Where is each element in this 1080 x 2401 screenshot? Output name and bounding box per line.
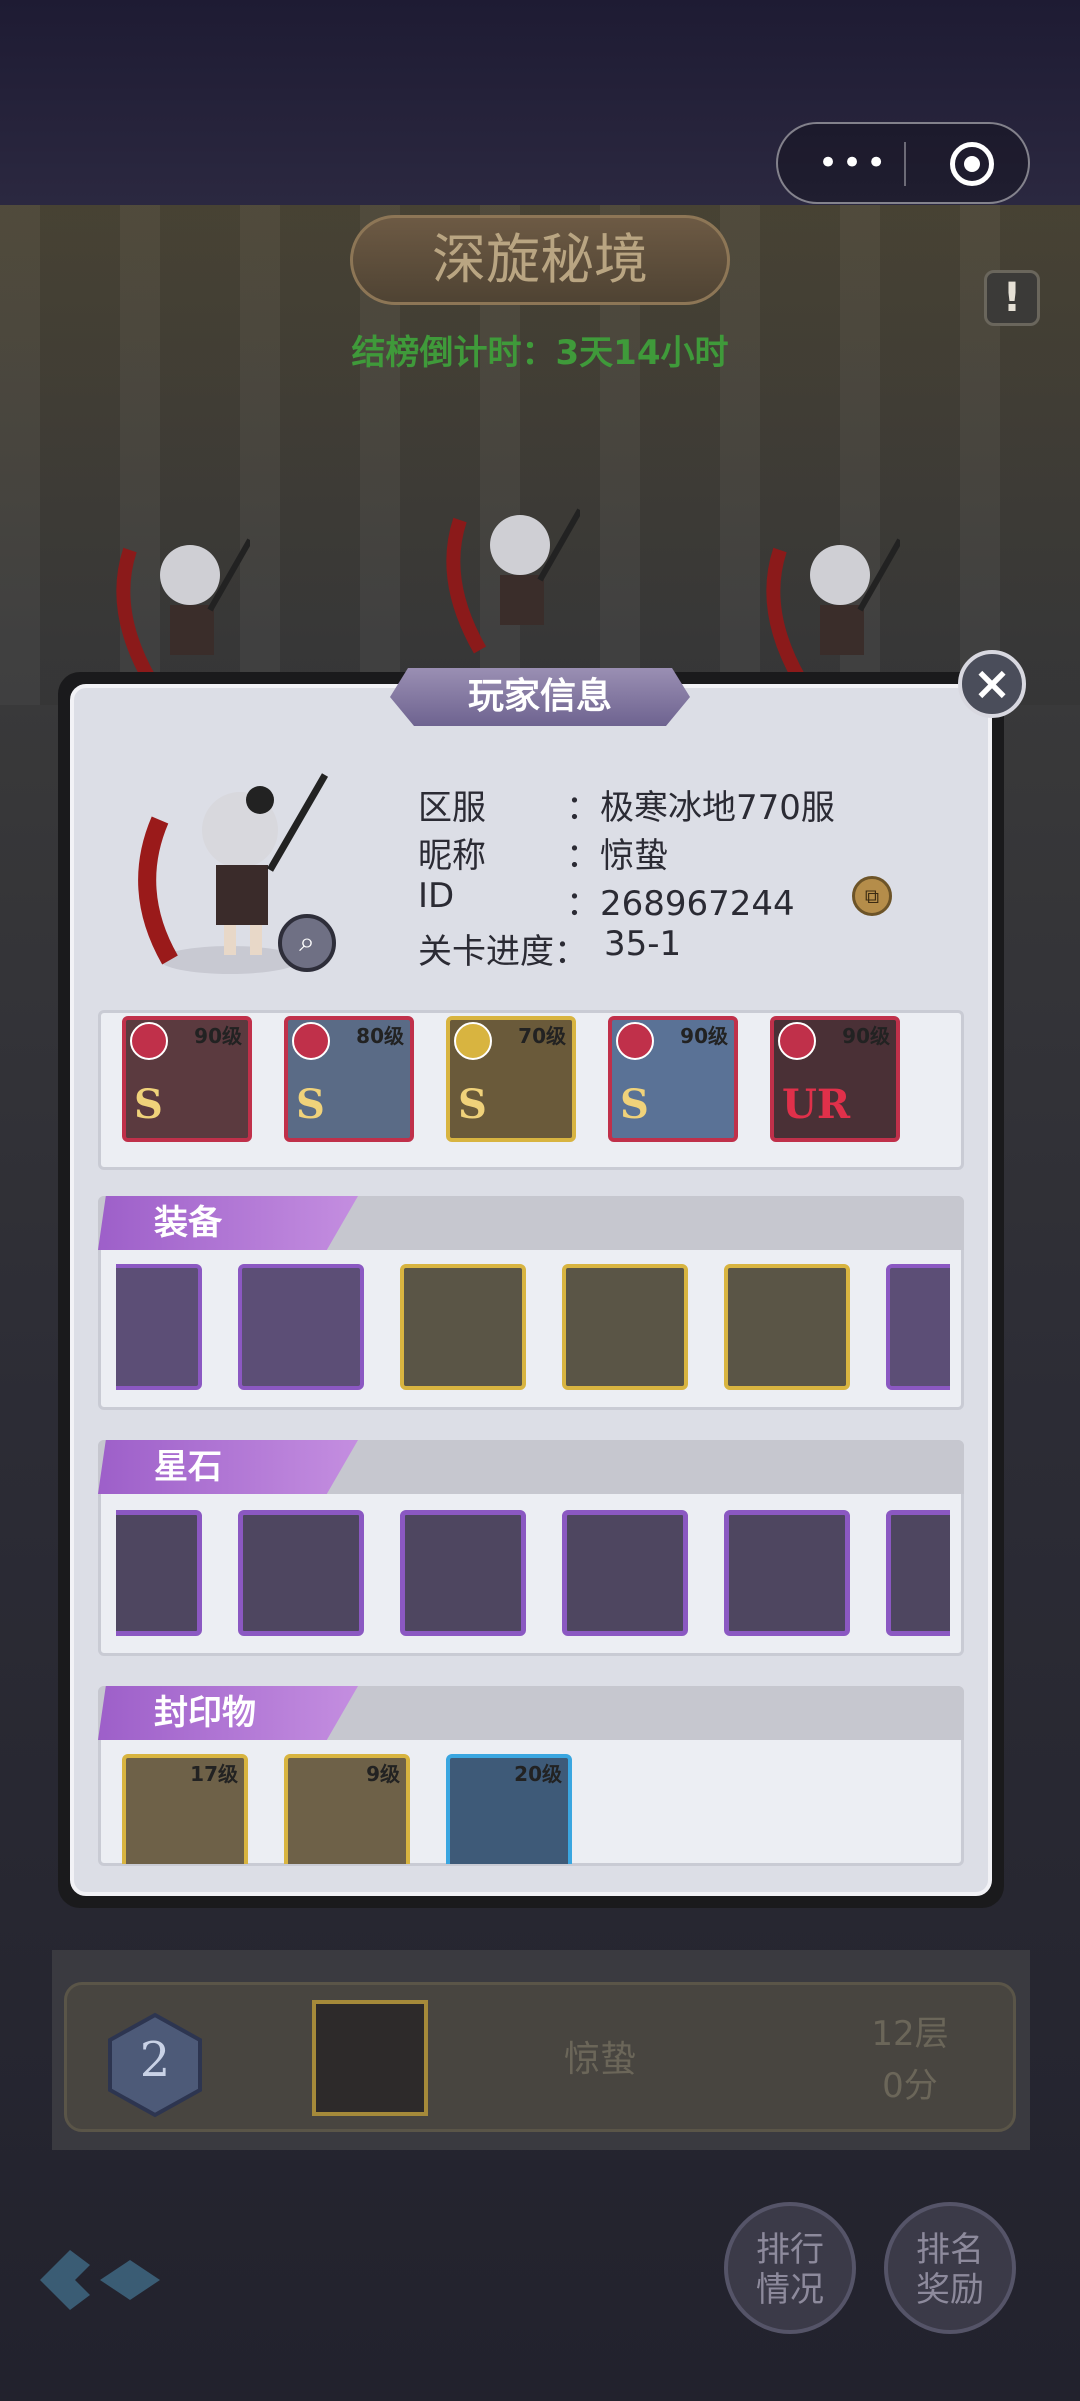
hero-card[interactable]: 90级 UR [770, 1016, 900, 1142]
character-sprite [446, 508, 580, 654]
rules-info-button[interactable]: ! [984, 270, 1040, 326]
close-miniprogram-icon[interactable] [950, 142, 994, 186]
view-detail-icon[interactable]: ⌕ [278, 914, 336, 972]
rank-reward-button[interactable]: 排名 奖励 [884, 2202, 1016, 2334]
character-sprite [116, 538, 250, 684]
nickname-label: 昵称 [418, 836, 486, 876]
star-gem-icon[interactable] [400, 1510, 526, 1636]
class-badge-icon [616, 1022, 654, 1060]
hero-level: 90级 [680, 1024, 728, 1048]
rank-score: 0分 [882, 2066, 938, 2106]
more-menu-icon[interactable]: ••• [818, 146, 890, 180]
server-label: 区服 [418, 788, 486, 828]
miniprogram-capsule: ••• [776, 122, 1030, 204]
equipment-title: 装备 [98, 1196, 358, 1250]
spear-icon[interactable] [116, 1264, 202, 1390]
server-value: ：极寒冰地770服 [566, 788, 835, 828]
id-value: ：268967244 [566, 884, 795, 924]
hero-rank: S [620, 1081, 649, 1128]
hero-level: 90级 [842, 1024, 890, 1048]
capsule-divider [904, 142, 906, 186]
copy-icon[interactable]: ⧉ [852, 876, 892, 916]
hero-rank: S [296, 1081, 325, 1128]
back-arrow-icon[interactable] [30, 2240, 170, 2320]
equipment-list[interactable] [116, 1262, 950, 1402]
shield-gem-icon[interactable] [724, 1510, 850, 1636]
seal-level: 17级 [190, 1762, 238, 1786]
round-gem-icon[interactable] [886, 1510, 950, 1636]
skirt-icon[interactable] [562, 1264, 688, 1390]
class-badge-icon [454, 1022, 492, 1060]
heart-gem-icon[interactable] [238, 1510, 364, 1636]
hero-rank: S [134, 1081, 163, 1128]
nickname-value: ：惊蛰 [566, 836, 668, 876]
progress-value: 35-1 [604, 924, 682, 964]
hero-level: 90级 [194, 1024, 242, 1048]
avatar [312, 2000, 428, 2116]
seal-item[interactable]: 9级 [284, 1754, 410, 1864]
dialog-title: 玩家信息 [390, 668, 690, 726]
diamond-gem-icon[interactable] [562, 1510, 688, 1636]
character-sprite [766, 538, 900, 684]
id-label: ID [418, 876, 455, 916]
hero-card[interactable]: 90级 S [608, 1016, 738, 1142]
seal-item[interactable]: 20级 [446, 1754, 572, 1864]
spellbook-icon[interactable] [238, 1264, 364, 1390]
square-gem-icon[interactable] [116, 1510, 202, 1636]
rank-floor: 12层 [871, 2014, 949, 2054]
hero-level: 70级 [518, 1024, 566, 1048]
class-badge-icon [130, 1022, 168, 1060]
staff-icon[interactable] [886, 1264, 950, 1390]
hero-rank: UR [782, 1081, 851, 1128]
hero-rank: S [458, 1081, 487, 1128]
seal-item[interactable]: 17级 [122, 1754, 248, 1864]
rank-floor-score: 12层 0分 [820, 2008, 1000, 2112]
rank-player-name: 惊蛰 [563, 2039, 636, 2080]
countdown-text: 结榜倒计时：3天14小时 [351, 333, 729, 373]
stones-title: 星石 [98, 1440, 358, 1494]
rank-position: 2 [139, 2032, 171, 2088]
page-title: 深旋秘境 [350, 215, 730, 305]
progress-label: 关卡进度： [418, 932, 588, 972]
seal-level: 9级 [366, 1762, 400, 1786]
class-badge-icon [292, 1022, 330, 1060]
class-badge-icon [778, 1022, 816, 1060]
ring-icon[interactable] [724, 1264, 850, 1390]
seals-list[interactable]: 17级 9级 20级 [116, 1752, 950, 1864]
witch-hat-icon[interactable] [400, 1264, 526, 1390]
close-button[interactable]: × [958, 650, 1026, 718]
hero-card[interactable]: 70级 S [446, 1016, 576, 1142]
hero-card[interactable]: 90级 S [122, 1016, 252, 1142]
stones-list[interactable] [116, 1508, 950, 1642]
seal-level: 20级 [514, 1762, 562, 1786]
rank-status-button[interactable]: 排行 情况 [724, 2202, 856, 2334]
hero-level: 80级 [356, 1024, 404, 1048]
seals-title: 封印物 [98, 1686, 358, 1740]
hero-card[interactable]: 80级 S [284, 1016, 414, 1142]
